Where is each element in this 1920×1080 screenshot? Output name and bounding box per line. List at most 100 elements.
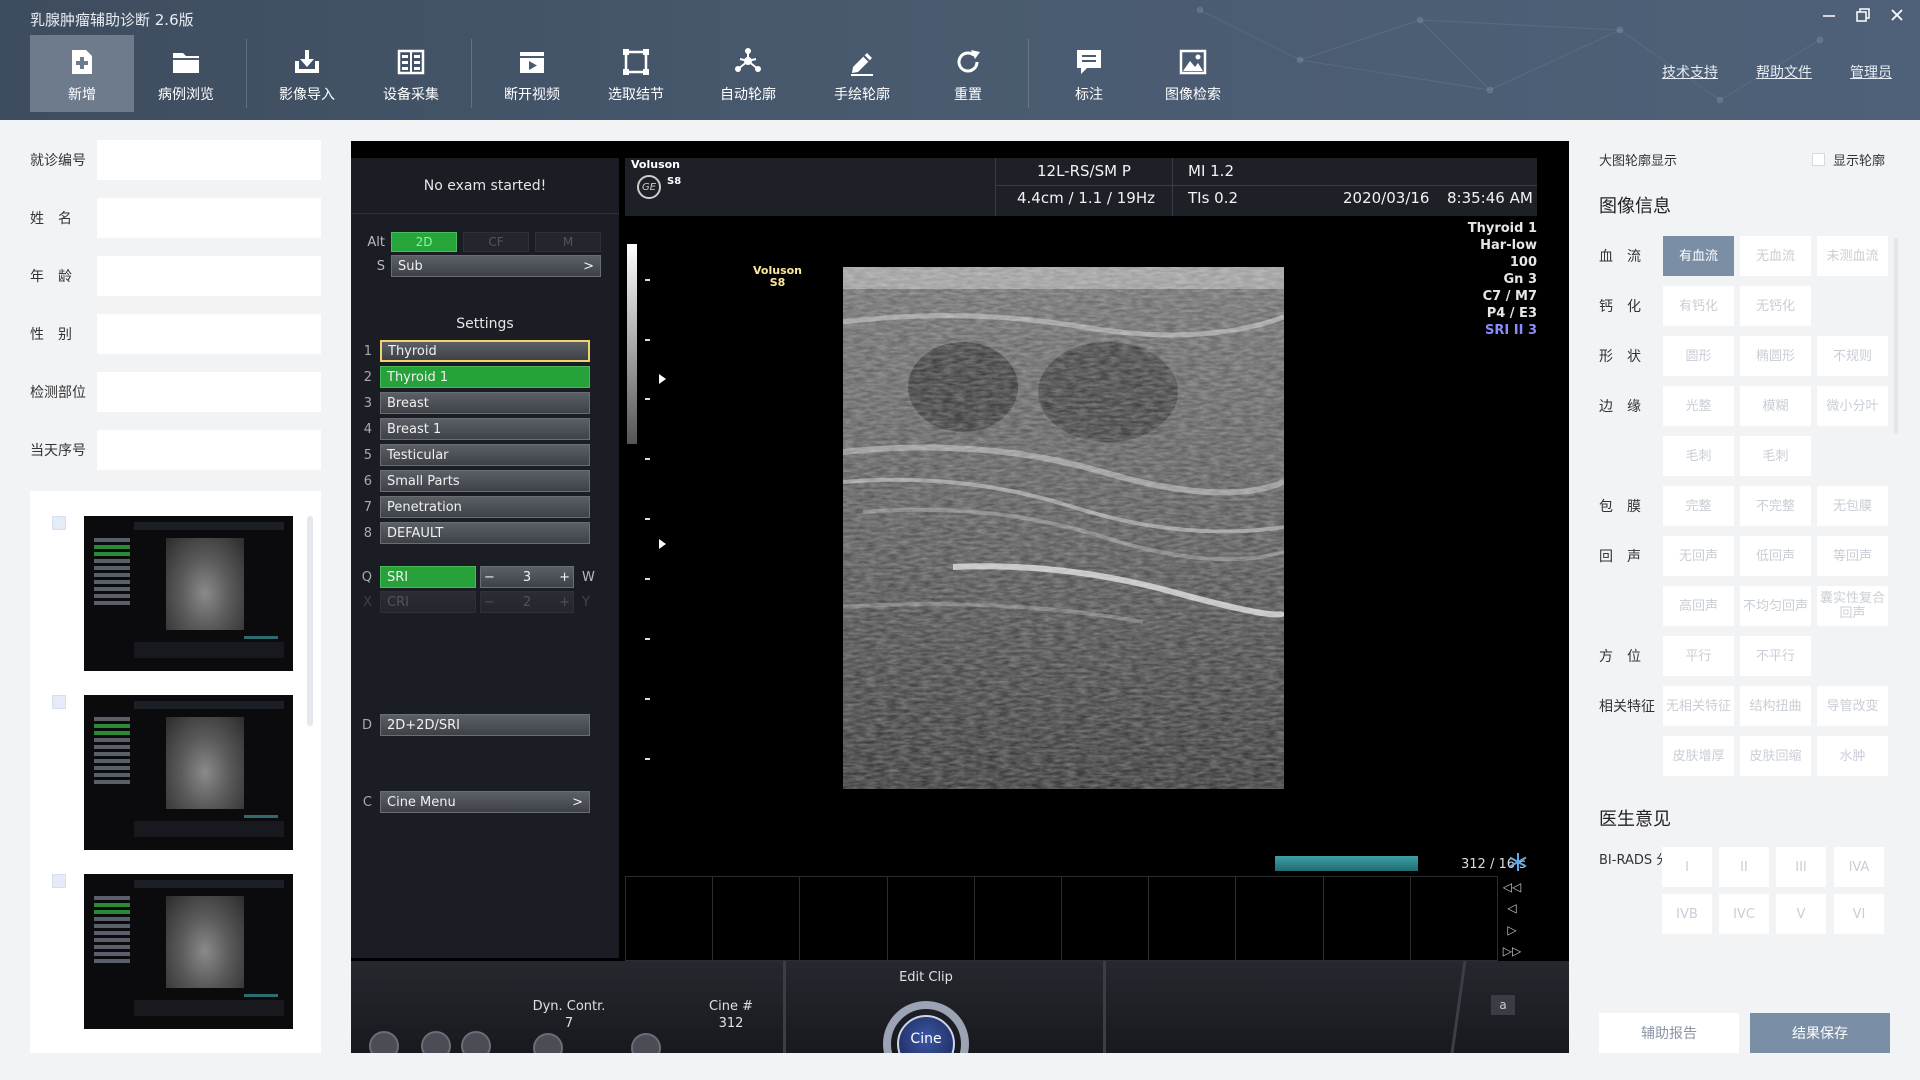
cri-button[interactable]: CRI [380,591,476,613]
option-blood-flow-untested[interactable]: 未测血流 [1817,236,1888,276]
mode-2d-button[interactable]: 2D [391,232,457,252]
option-echo-complex[interactable]: 囊实性复合回声 [1817,586,1888,626]
thumbnail-item[interactable] [30,516,321,676]
show-contour-checkbox[interactable] [1812,153,1825,166]
reset-button[interactable]: 重置 [916,35,1020,112]
option-related-duct-change[interactable]: 导管改变 [1817,686,1888,726]
option-blood-flow-no[interactable]: 无血流 [1740,236,1811,276]
birads-option[interactable]: IVA [1834,847,1884,887]
birads-option[interactable]: V [1776,894,1826,934]
birads-option[interactable]: II [1719,847,1769,887]
option-related-distortion[interactable]: 结构扭曲 [1740,686,1811,726]
freeze-snowflake-icon[interactable] [1507,851,1529,873]
mode-cf-button[interactable]: CF [463,232,529,252]
option-echo-anechoic[interactable]: 无回声 [1663,536,1734,576]
sub-menu-button[interactable]: Sub > [391,255,601,277]
features-scrollbar[interactable] [1894,238,1898,433]
birads-option[interactable]: IVB [1662,894,1712,934]
gender-input[interactable] [97,314,321,354]
sri-button[interactable]: SRI [380,566,476,588]
auto-contour-button[interactable]: 自动轮廓 [688,35,808,112]
option-shape-irregular[interactable]: 不规则 [1817,336,1888,376]
tech-support-link[interactable]: 技术支持 [1662,62,1718,82]
assist-report-button[interactable]: 辅助报告 [1599,1013,1739,1053]
option-margin-spiculated[interactable]: 毛刺 [1663,436,1734,476]
option-echo-hypoechoic[interactable]: 低回声 [1740,536,1811,576]
restore-icon[interactable] [1854,6,1872,24]
save-result-button[interactable]: 结果保存 [1750,1013,1890,1053]
manual-contour-button[interactable]: 手绘轮廓 [808,35,916,112]
close-icon[interactable] [1888,6,1906,24]
select-nodule-button[interactable]: 选取结节 [584,35,688,112]
thumbnail-item[interactable] [30,695,321,855]
option-related-skin-thickening[interactable]: 皮肤增厚 [1663,736,1734,776]
option-echo-hyperechoic[interactable]: 高回声 [1663,586,1734,626]
preset-button[interactable]: Testicular [380,444,590,466]
cine-timeline[interactable] [625,876,1498,961]
option-related-none[interactable]: 无相关特征 [1663,686,1734,726]
dial-knob[interactable] [533,1033,563,1053]
cri-stepper[interactable]: − 2 + [480,591,574,613]
preset-button[interactable]: Penetration [380,496,590,518]
preset-item[interactable]: 1 Thyroid [351,340,619,362]
cri-minus-button[interactable]: − [484,595,495,610]
option-margin-microlobulated[interactable]: 微小分叶 [1817,386,1888,426]
option-calcification-yes[interactable]: 有钙化 [1663,286,1734,326]
add-button[interactable]: 新增 [30,35,134,112]
display-mode-button[interactable]: 2D+2D/SRI [380,714,590,736]
sri-stepper[interactable]: − 3 + [480,566,574,588]
thumbnail-checkbox[interactable] [52,516,66,530]
preset-item[interactable]: 6 Small Parts [351,470,619,492]
age-input[interactable] [97,256,321,296]
cine-progress-bar[interactable] [1275,856,1418,871]
option-orientation-parallel[interactable]: 平行 [1663,636,1734,676]
ultrasound-image[interactable] [843,267,1284,789]
option-margin-spiculated-2[interactable]: 毛刺 [1740,436,1811,476]
device-capture-button[interactable]: 设备采集 [359,35,463,112]
disconnect-video-button[interactable]: 断开视频 [480,35,584,112]
option-shape-oval[interactable]: 椭圆形 [1740,336,1811,376]
option-orientation-not-parallel[interactable]: 不平行 [1740,636,1811,676]
preset-item[interactable]: 5 Testicular [351,444,619,466]
image-import-button[interactable]: 影像导入 [255,35,359,112]
step-back-icon[interactable]: ◁ [1501,899,1523,917]
preset-button[interactable]: Thyroid [380,340,590,362]
dial-knob[interactable] [461,1031,491,1053]
case-browse-button[interactable]: 病例浏览 [134,35,238,112]
birads-option[interactable]: IVC [1719,894,1769,934]
thumbnail-image[interactable] [84,874,293,1029]
option-capsule-incomplete[interactable]: 不完整 [1740,486,1811,526]
cine-knob[interactable]: Cine [883,1001,969,1053]
preset-button[interactable]: Breast 1 [380,418,590,440]
rewind-icon[interactable]: ◁◁ [1501,878,1523,896]
option-capsule-none[interactable]: 无包膜 [1817,486,1888,526]
dial-knob[interactable] [421,1031,451,1053]
option-shape-round[interactable]: 圆形 [1663,336,1734,376]
fast-forward-icon[interactable]: ▷▷ [1501,942,1523,960]
thumbnail-scrollbar[interactable] [307,516,313,726]
preset-item[interactable]: 4 Breast 1 [351,418,619,440]
help-docs-link[interactable]: 帮助文件 [1756,62,1812,82]
step-forward-icon[interactable]: ▷ [1501,921,1523,939]
image-search-button[interactable]: 图像检索 [1141,35,1245,112]
show-contour-toggle[interactable]: 显示轮廓 [1812,150,1885,169]
preset-item[interactable]: 2 Thyroid 1 [351,366,619,388]
sri-minus-button[interactable]: − [484,570,495,585]
option-related-skin-retraction[interactable]: 皮肤回缩 [1740,736,1811,776]
preset-button[interactable]: DEFAULT [380,522,590,544]
a-button[interactable]: a [1491,995,1515,1015]
dial-knob[interactable] [369,1031,399,1053]
birads-option[interactable]: VI [1834,894,1884,934]
visit-id-input[interactable] [97,140,321,180]
mode-m-button[interactable]: M [535,232,601,252]
dial-knob[interactable] [631,1033,661,1053]
sri-plus-button[interactable]: + [559,570,570,585]
option-margin-blurred[interactable]: 模糊 [1740,386,1811,426]
thumbnail-checkbox[interactable] [52,695,66,709]
option-echo-heterogeneous[interactable]: 不均匀回声 [1740,586,1811,626]
preset-button[interactable]: Small Parts [380,470,590,492]
option-blood-flow-yes[interactable]: 有血流 [1663,236,1734,276]
option-capsule-complete[interactable]: 完整 [1663,486,1734,526]
daily-seq-input[interactable] [97,430,321,470]
preset-button[interactable]: Thyroid 1 [380,366,590,388]
